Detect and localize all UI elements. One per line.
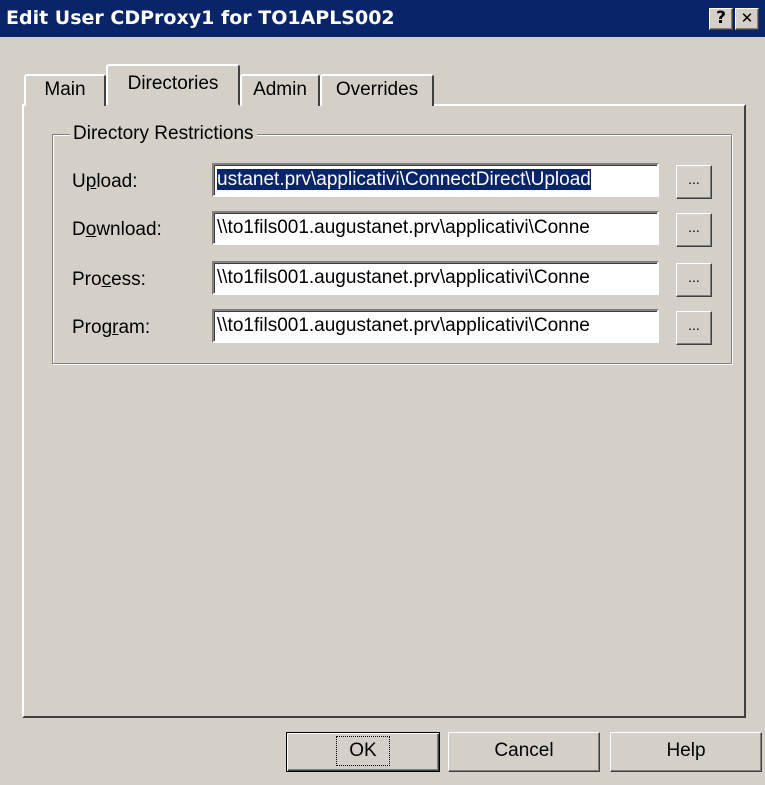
tab-overrides-label: Overrides — [335, 79, 419, 100]
process-path-field[interactable]: \\to1fils001.augustanet.prv\applicativi\… — [212, 261, 659, 295]
close-icon[interactable]: ✕ — [735, 8, 759, 30]
help-icon[interactable]: ? — [709, 8, 733, 30]
tab-admin-label: Admin — [253, 79, 307, 100]
upload-path-value: ustanet.prv\applicativi\ConnectDirect\Up… — [217, 169, 591, 190]
process-label: Process: — [72, 269, 146, 290]
tab-main-label: Main — [44, 79, 86, 100]
title-bar[interactable]: Edit User CDProxy1 for TO1APLS002 ? ✕ — [0, 0, 765, 37]
cancel-button[interactable]: Cancel — [448, 732, 600, 772]
download-path-field[interactable]: \\to1fils001.augustanet.prv\applicativi\… — [212, 211, 659, 245]
tab-directories[interactable]: Directories — [106, 64, 240, 106]
download-path-value: \\to1fils001.augustanet.prv\applicativi\… — [217, 217, 590, 238]
program-path-field[interactable]: \\to1fils001.augustanet.prv\applicativi\… — [212, 309, 659, 343]
process-path-value: \\to1fils001.augustanet.prv\applicativi\… — [217, 267, 590, 288]
program-path-value: \\to1fils001.augustanet.prv\applicativi\… — [217, 315, 590, 336]
tab-main[interactable]: Main — [24, 74, 106, 106]
help-button[interactable]: Help — [610, 732, 762, 772]
group-legend: Directory Restrictions — [70, 123, 257, 145]
tab-admin[interactable]: Admin — [240, 74, 320, 106]
ok-button-label: OK — [336, 736, 390, 766]
program-label: Program: — [72, 317, 151, 338]
download-browse-button[interactable]: ... — [676, 213, 712, 247]
edit-user-dialog: Edit User CDProxy1 for TO1APLS002 ? ✕ Ma… — [0, 0, 765, 785]
tab-directories-label: Directories — [127, 73, 219, 94]
ok-button[interactable]: OK — [286, 732, 440, 772]
program-browse-button[interactable]: ... — [676, 311, 712, 345]
process-browse-button[interactable]: ... — [676, 263, 712, 297]
upload-path-field[interactable]: ustanet.prv\applicativi\ConnectDirect\Up… — [212, 163, 659, 197]
download-label: Download: — [72, 219, 162, 240]
window-title: Edit User CDProxy1 for TO1APLS002 — [6, 7, 395, 29]
tab-overrides[interactable]: Overrides — [320, 74, 434, 106]
upload-browse-button[interactable]: ... — [676, 165, 712, 199]
upload-label: Upload: — [72, 171, 138, 192]
